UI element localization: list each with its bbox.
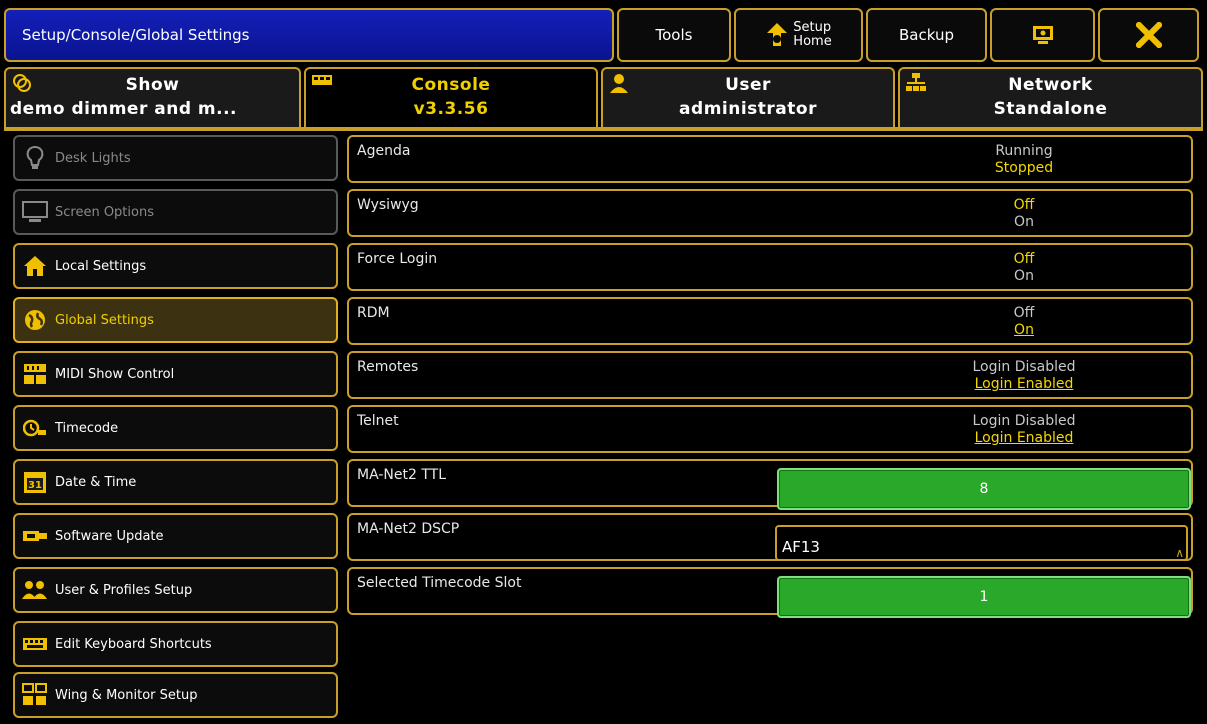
setup-home-icon — [767, 23, 788, 46]
tab-network[interactable]: Network Standalone — [898, 67, 1203, 129]
tab-user-title: User — [725, 75, 771, 95]
tab-network-subtitle: Standalone — [993, 99, 1108, 119]
wing-monitor-icon — [21, 681, 49, 709]
sidebar-item-label: Desk Lights — [55, 150, 131, 166]
setting-name: Remotes — [357, 359, 419, 375]
backup-label: Backup — [899, 26, 954, 44]
tab-underline — [4, 127, 1203, 131]
tools-button[interactable]: Tools — [617, 8, 731, 62]
tab-user[interactable]: User administrator — [601, 67, 895, 129]
sidebar-item-local-settings[interactable]: Local Settings — [13, 243, 338, 289]
setting-option-login-enabled[interactable]: Login Enabled — [909, 430, 1139, 446]
sidebar-item-desk-lights[interactable]: Desk Lights — [13, 135, 338, 181]
setting-name: Agenda — [357, 143, 411, 159]
monitor-button[interactable] — [990, 8, 1095, 62]
chevron-up-icon: ∧ — [1175, 546, 1184, 560]
sidebar-item-label: Screen Options — [55, 204, 154, 220]
sidebar-item-label: Edit Keyboard Shortcuts — [55, 636, 212, 652]
sidebar-item-wing-monitor-setup[interactable]: Wing & Monitor Setup — [13, 672, 338, 718]
setting-row-selected-timecode-slot[interactable]: Selected Timecode Slot 1 — [347, 567, 1193, 618]
sidebar-item-label: Global Settings — [55, 312, 154, 328]
setting-row-remotes[interactable]: Remotes Login Disabled Login Enabled — [347, 351, 1193, 399]
tab-network-title: Network — [1008, 75, 1093, 95]
tab-show-title: Show — [125, 75, 180, 95]
sidebar-item-label: MIDI Show Control — [55, 366, 175, 382]
keyboard-icon — [21, 630, 49, 658]
setting-name: Telnet — [357, 413, 399, 429]
home-icon — [21, 252, 49, 280]
tab-console[interactable]: Console v3.3.56 — [304, 67, 598, 129]
setup-home-line2: Home — [793, 34, 832, 49]
setting-row-telnet[interactable]: Telnet Login Disabled Login Enabled — [347, 405, 1193, 453]
sidebar-item-label: User & Profiles Setup — [55, 582, 193, 598]
sidebar-item-timecode[interactable]: Timecode — [13, 405, 338, 451]
sidebar-item-label: Timecode — [55, 420, 119, 436]
setting-option-login-disabled[interactable]: Login Disabled — [909, 359, 1139, 375]
setting-option-off[interactable]: Off — [909, 197, 1139, 213]
globe-icon — [21, 306, 49, 334]
setting-row-agenda[interactable]: Agenda Running Stopped — [347, 135, 1193, 183]
sidebar-item-midi-show-control[interactable]: MIDI Show Control — [13, 351, 338, 397]
setting-row-ma-net2-ttl[interactable]: MA-Net2 TTL 8 — [347, 459, 1193, 510]
sidebar-item-software-update[interactable]: Software Update — [13, 513, 338, 559]
users-icon — [21, 576, 49, 604]
setting-name: MA-Net2 TTL — [357, 467, 446, 483]
screen-icon — [21, 198, 49, 226]
setting-option-off[interactable]: Off — [909, 251, 1139, 267]
setting-row-wysiwyg[interactable]: Wysiwyg Off On — [347, 189, 1193, 237]
setting-option-login-enabled[interactable]: Login Enabled — [909, 376, 1139, 392]
dscp-select[interactable]: AF13 ∧ — [775, 525, 1188, 561]
ttl-value-field[interactable]: 8 — [777, 468, 1191, 510]
setting-row-force-login[interactable]: Force Login Off On — [347, 243, 1193, 291]
setup-home-button[interactable]: Setup Home — [734, 8, 863, 62]
svg-text:31: 31 — [28, 480, 42, 491]
sidebar-item-user-profiles-setup[interactable]: User & Profiles Setup — [13, 567, 338, 613]
close-icon — [1135, 22, 1162, 48]
setting-row-ma-net2-dscp[interactable]: MA-Net2 DSCP AF13 ∧ — [347, 513, 1193, 561]
setting-name: MA-Net2 DSCP — [357, 521, 460, 537]
sidebar-item-screen-options[interactable]: Screen Options — [13, 189, 338, 235]
timecode-icon — [21, 414, 49, 442]
window-title: Setup/Console/Global Settings — [4, 8, 614, 62]
sidebar-item-label: Software Update — [55, 528, 164, 544]
sidebar-item-label: Local Settings — [55, 258, 147, 274]
setting-row-rdm[interactable]: RDM Off On — [347, 297, 1193, 345]
sidebar-item-date-time[interactable]: 31 Date & Time — [13, 459, 338, 505]
sidebar-item-label: Date & Time — [55, 474, 137, 490]
setting-option-stopped[interactable]: Stopped — [909, 160, 1139, 176]
sidebar-item-global-settings[interactable]: Global Settings — [13, 297, 338, 343]
usb-icon — [21, 522, 49, 550]
setting-option-on[interactable]: On — [909, 268, 1139, 284]
setting-name: RDM — [357, 305, 390, 321]
dscp-value: AF13 — [782, 538, 820, 556]
setup-home-line1: Setup — [793, 20, 832, 35]
tab-show[interactable]: Show demo dimmer and m... — [4, 67, 301, 129]
backup-button[interactable]: Backup — [866, 8, 987, 62]
setting-option-off[interactable]: Off — [909, 305, 1139, 321]
tab-console-title: Console — [411, 75, 491, 95]
setting-name: Wysiwyg — [357, 197, 419, 213]
setting-option-on[interactable]: On — [909, 214, 1139, 230]
setting-option-login-disabled[interactable]: Login Disabled — [909, 413, 1139, 429]
close-button[interactable] — [1098, 8, 1199, 62]
tab-user-subtitle: administrator — [679, 99, 817, 119]
setting-name: Force Login — [357, 251, 438, 267]
sidebar-item-edit-keyboard-shortcuts[interactable]: Edit Keyboard Shortcuts — [13, 621, 338, 667]
midi-icon — [21, 360, 49, 388]
tab-console-subtitle: v3.3.56 — [413, 99, 489, 119]
tab-show-subtitle: demo dimmer and m... — [10, 99, 238, 119]
tools-label: Tools — [655, 26, 693, 44]
lightbulb-icon — [21, 144, 49, 172]
setting-option-running[interactable]: Running — [909, 143, 1139, 159]
monitor-icon — [1032, 26, 1053, 44]
sidebar-item-label: Wing & Monitor Setup — [55, 687, 198, 703]
setting-name: Selected Timecode Slot — [357, 575, 522, 591]
calendar-icon: 31 — [21, 468, 49, 496]
setting-option-on[interactable]: On — [909, 322, 1139, 338]
timecode-slot-field[interactable]: 1 — [777, 576, 1191, 618]
